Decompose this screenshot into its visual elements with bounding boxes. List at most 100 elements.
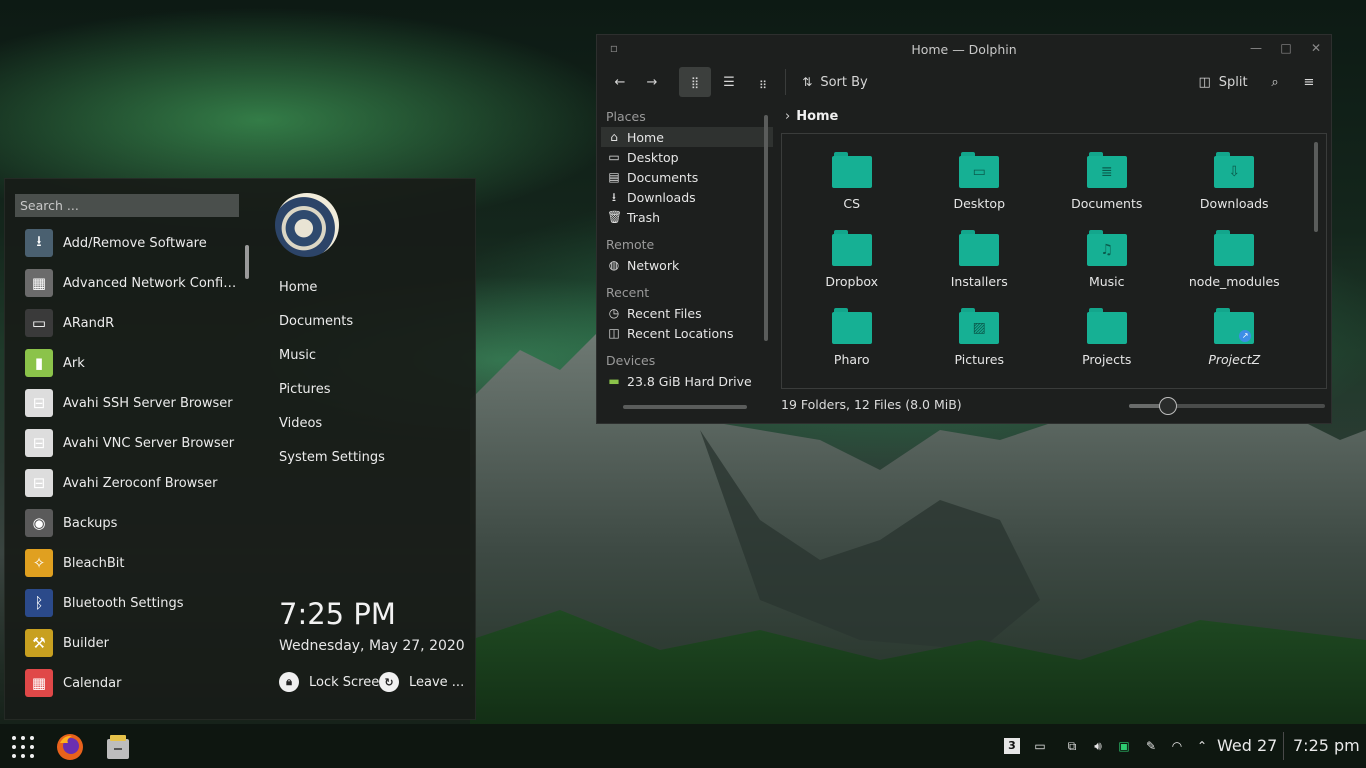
details-view-button[interactable]: ☰ [715,67,743,97]
sidebar-item[interactable]: ⭳ Downloads [601,187,773,207]
folder-item[interactable]: ▨ Pictures [916,304,1044,378]
file-view-scrollbar[interactable] [1314,142,1318,232]
folder-item[interactable]: Installers [916,226,1044,300]
folder-icon [1086,308,1127,344]
wifi-icon[interactable]: ◠ [1169,738,1185,754]
sidebar-item[interactable]: ◍ Network [601,255,773,275]
folder-item[interactable]: Projects [1043,304,1171,378]
folder-item[interactable]: ↗ ProjectZ [1171,304,1299,378]
search-button[interactable]: ⌕ [1263,67,1287,97]
folder-item-label: Documents [1071,196,1143,211]
breadcrumb[interactable]: › Home [785,107,838,125]
sidebar-section-header: Devices [606,353,656,368]
app-item[interactable]: ⊟ Avahi SSH Server Browser [15,383,241,423]
folder-item[interactable]: node_modules [1171,226,1299,300]
network-computer-icon: ⊟ [25,429,53,457]
app-item[interactable]: ▦ Advanced Network Config... [15,263,241,303]
app-item[interactable]: ⊟ Avahi Zeroconf Browser [15,463,241,503]
sort-by-button[interactable]: ⇅ Sort By [797,67,873,97]
battery-charging-icon[interactable]: ▣ [1116,738,1132,754]
back-button[interactable]: ← [607,67,633,97]
app-item[interactable]: ⊟ Avahi VNC Server Browser [15,423,241,463]
tray-expand-icon[interactable]: ⌃ [1194,738,1210,754]
icons-view-button[interactable]: ⣿ [679,67,711,97]
trash-icon: 🗑︎ [607,210,623,224]
lock-icon: 🔒︎ [279,672,299,692]
app-item[interactable]: ▮ Ark [15,343,241,383]
folder-item[interactable]: ⇩ Downloads [1171,148,1299,222]
virtual-desktop-icon[interactable]: 3 [1004,738,1020,754]
sidebar-item-label: Recent Files [627,305,702,321]
app-item[interactable]: ◉ Backups [15,503,241,543]
menu-button[interactable]: ≡ [1297,67,1321,97]
minimize-icon[interactable]: — [1249,41,1263,55]
kde-connect-icon[interactable]: ✎ [1143,738,1159,754]
folder-item[interactable]: ≣ Documents [1043,148,1171,222]
lock-screen-button[interactable]: 🔒︎ Lock Screen [279,669,387,695]
launcher-place-link[interactable]: Home [279,279,385,313]
sidebar-item[interactable]: 🗑︎ Trash [601,207,773,227]
battery-icon[interactable]: ▭ [1032,738,1048,754]
places-panel-hscrollbar[interactable] [623,405,747,409]
panel-date[interactable]: Wed 27 [1217,736,1277,755]
launcher-place-link[interactable]: Videos [279,415,385,449]
launcher-place-link[interactable]: Music [279,347,385,381]
folder-item[interactable]: ▭ Desktop [916,148,1044,222]
status-text: 19 Folders, 12 Files (8.0 MiB) [781,397,962,412]
sidebar-item-label: Downloads [627,189,696,205]
files-task-button[interactable] [103,732,133,762]
sidebar-item[interactable]: ◫ Recent Locations [601,323,773,343]
sidebar-item[interactable]: ◷ Recent Files [601,303,773,323]
close-icon[interactable]: ✕ [1309,41,1323,55]
app-item[interactable]: ⚒ Builder [15,623,241,663]
folder-body: ▭ [959,156,1000,188]
launcher-place-link[interactable]: Documents [279,313,385,347]
folder-item-label: Installers [950,274,1008,289]
application-launcher: ⭳ Add/Remove Software ▦ Advanced Network Co… [4,178,476,720]
breadcrumb-home[interactable]: Home [796,109,838,124]
volume-icon[interactable]: 🔊︎ [1090,738,1106,754]
zoom-slider-handle[interactable] [1159,397,1178,415]
sidebar-item[interactable]: ▬ 23.8 GiB Hard Drive [601,371,773,391]
folder-item[interactable]: ♫ Music [1043,226,1171,300]
app-item[interactable]: ▦ Calendar [15,663,241,703]
app-item[interactable]: ✧ BleachBit [15,543,241,583]
folder-body: ▨ [959,312,1000,344]
launcher-search-input[interactable] [15,194,239,217]
clipboard-icon[interactable]: ⧉ [1064,738,1080,754]
firefox-task-button[interactable] [55,732,85,762]
panel-clock[interactable]: 7:25 pm [1293,736,1360,755]
app-item[interactable]: ᛒ Bluetooth Settings [15,583,241,623]
places-panel-scrollbar[interactable] [764,115,768,341]
sidebar-item[interactable]: ⌂ Home [601,127,773,147]
app-item[interactable]: ▭ ARandR [15,303,241,343]
folder-item-label: Dropbox [825,274,879,289]
file-view: CS ▭ Desktop ≣ Documents ⇩ Downloads Dropbox Ins… [781,133,1327,389]
compact-view-button[interactable]: ⣶ [749,67,777,97]
search-icon: ⌕ [1271,74,1279,90]
folder-icon: ▨ [959,308,1000,344]
sidebar-item[interactable]: ▤ Documents [601,167,773,187]
user-avatar[interactable] [275,193,339,257]
app-launcher-button[interactable] [8,732,38,762]
app-list-scrollbar[interactable] [245,245,249,279]
folder-icon [831,230,872,266]
split-button[interactable]: ◫ Split [1195,67,1251,97]
app-item[interactable]: ⭳ Add/Remove Software [15,223,241,263]
backup-icon: ◉ [25,509,53,537]
folder-item[interactable]: Dropbox [788,226,916,300]
app-item-label: Add/Remove Software [63,235,207,251]
clock-icon: ◷ [608,306,620,320]
folder-item[interactable]: CS [788,148,916,222]
sidebar-item[interactable]: ▭ Desktop [601,147,773,167]
leave-button[interactable]: ↻ Leave ... [379,669,464,695]
folder-icon: ▭ [959,152,1000,188]
folder-item[interactable]: Pharo [788,304,916,378]
launcher-place-link[interactable]: Pictures [279,381,385,415]
launcher-place-link[interactable]: System Settings [279,449,385,483]
folder-item-label: Pictures [954,352,1005,367]
forward-button[interactable]: → [639,67,665,97]
maximize-icon[interactable]: □ [1279,41,1293,55]
titlebar[interactable]: ▫ Home — Dolphin — □ ✕ [597,35,1331,63]
panel-separator [1283,732,1284,760]
